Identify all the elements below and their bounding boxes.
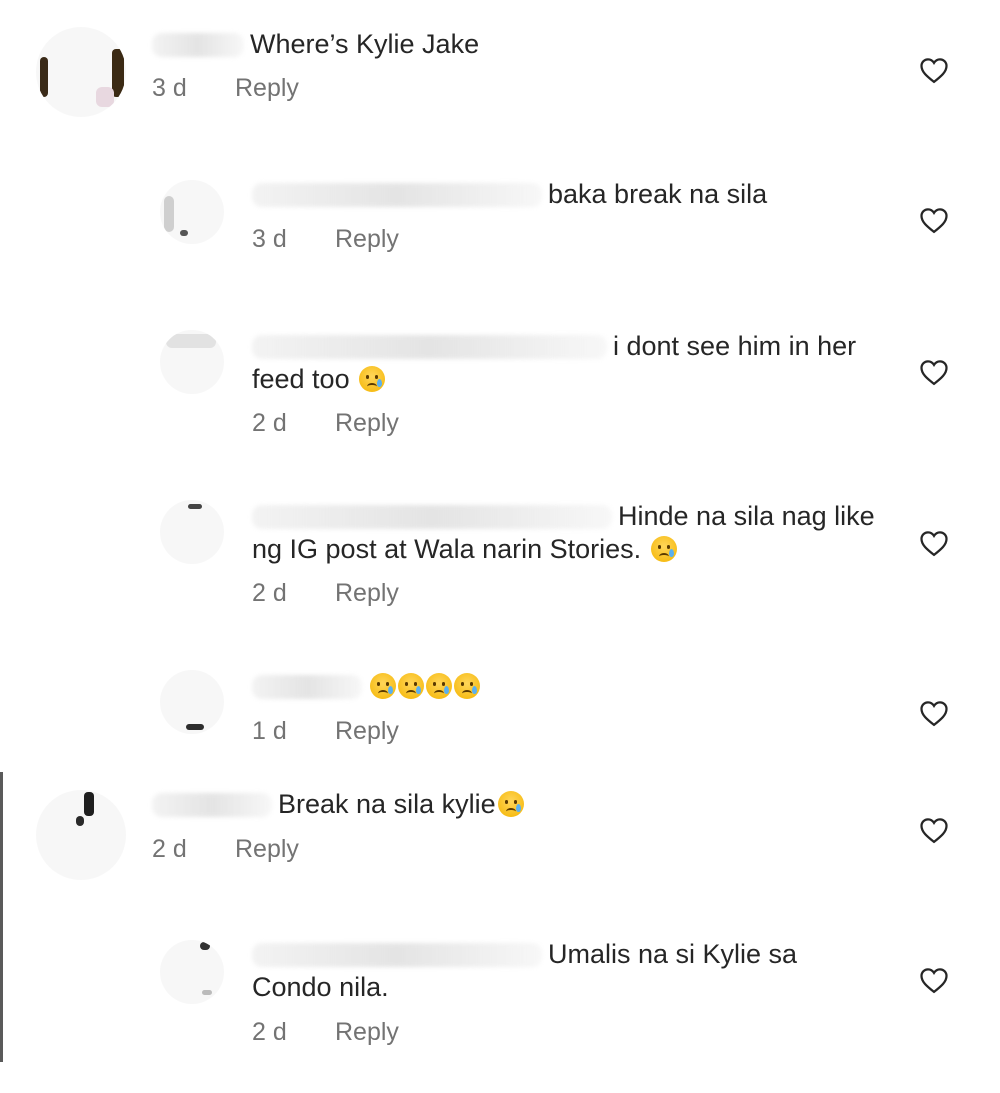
avatar[interactable] [160, 670, 224, 734]
heart-outline-icon[interactable] [919, 206, 949, 234]
avatar[interactable] [160, 330, 224, 394]
heart-outline-icon[interactable] [919, 699, 949, 727]
username-redacted [152, 33, 244, 57]
reply-button[interactable]: Reply [235, 74, 299, 103]
crying-face-icon [398, 673, 424, 699]
avatar[interactable] [160, 940, 224, 1004]
avatar[interactable] [36, 790, 126, 880]
heart-outline-icon[interactable] [919, 966, 949, 994]
crying-face-icon [370, 673, 396, 699]
reply-button[interactable]: Reply [335, 225, 399, 254]
reply-button[interactable]: Reply [235, 835, 299, 864]
heart-outline-icon[interactable] [919, 816, 949, 844]
crying-face-icon [426, 673, 452, 699]
comment-time: 2 d [252, 579, 287, 607]
username-redacted [252, 335, 607, 359]
crying-face-icon [359, 366, 386, 392]
crying-face-icon [454, 673, 480, 699]
heart-outline-icon[interactable] [919, 358, 949, 386]
comment-text [252, 670, 480, 703]
crying-face-icon [497, 791, 524, 817]
reply-button[interactable]: Reply [335, 579, 399, 608]
crying-face-icon [650, 536, 677, 562]
comment-text: Break na sila kylie [152, 788, 524, 821]
comment-time: 2 d [252, 1018, 287, 1046]
left-edge-strip [0, 772, 3, 1062]
heart-outline-icon[interactable] [919, 529, 949, 557]
reply-button[interactable]: Reply [335, 409, 399, 438]
username-redacted [252, 505, 612, 529]
comment-time: 2 d [152, 835, 187, 863]
comment-text: Umalis na si Kylie sa Condo nila. [252, 939, 798, 1002]
avatar[interactable] [36, 27, 126, 117]
heart-outline-icon[interactable] [919, 56, 949, 84]
comment-time: 3 d [152, 74, 187, 102]
comment-text: Hinde na sila nag like ng IG post at Wal… [252, 501, 875, 564]
comment-text: baka break na sila [252, 178, 767, 211]
username-redacted [252, 943, 542, 967]
comment-time: 3 d [252, 225, 287, 253]
comment-text: i dont see him in her feed too [252, 331, 857, 394]
avatar[interactable] [160, 500, 224, 564]
reply-button[interactable]: Reply [335, 717, 399, 746]
username-redacted [252, 675, 362, 699]
comment-text: Where’s Kylie Jake [152, 28, 479, 61]
comment-time: 2 d [252, 409, 287, 437]
username-redacted [152, 793, 272, 817]
username-redacted [252, 183, 542, 207]
comment-time: 1 d [252, 717, 287, 745]
reply-button[interactable]: Reply [335, 1018, 399, 1047]
avatar[interactable] [160, 180, 224, 244]
